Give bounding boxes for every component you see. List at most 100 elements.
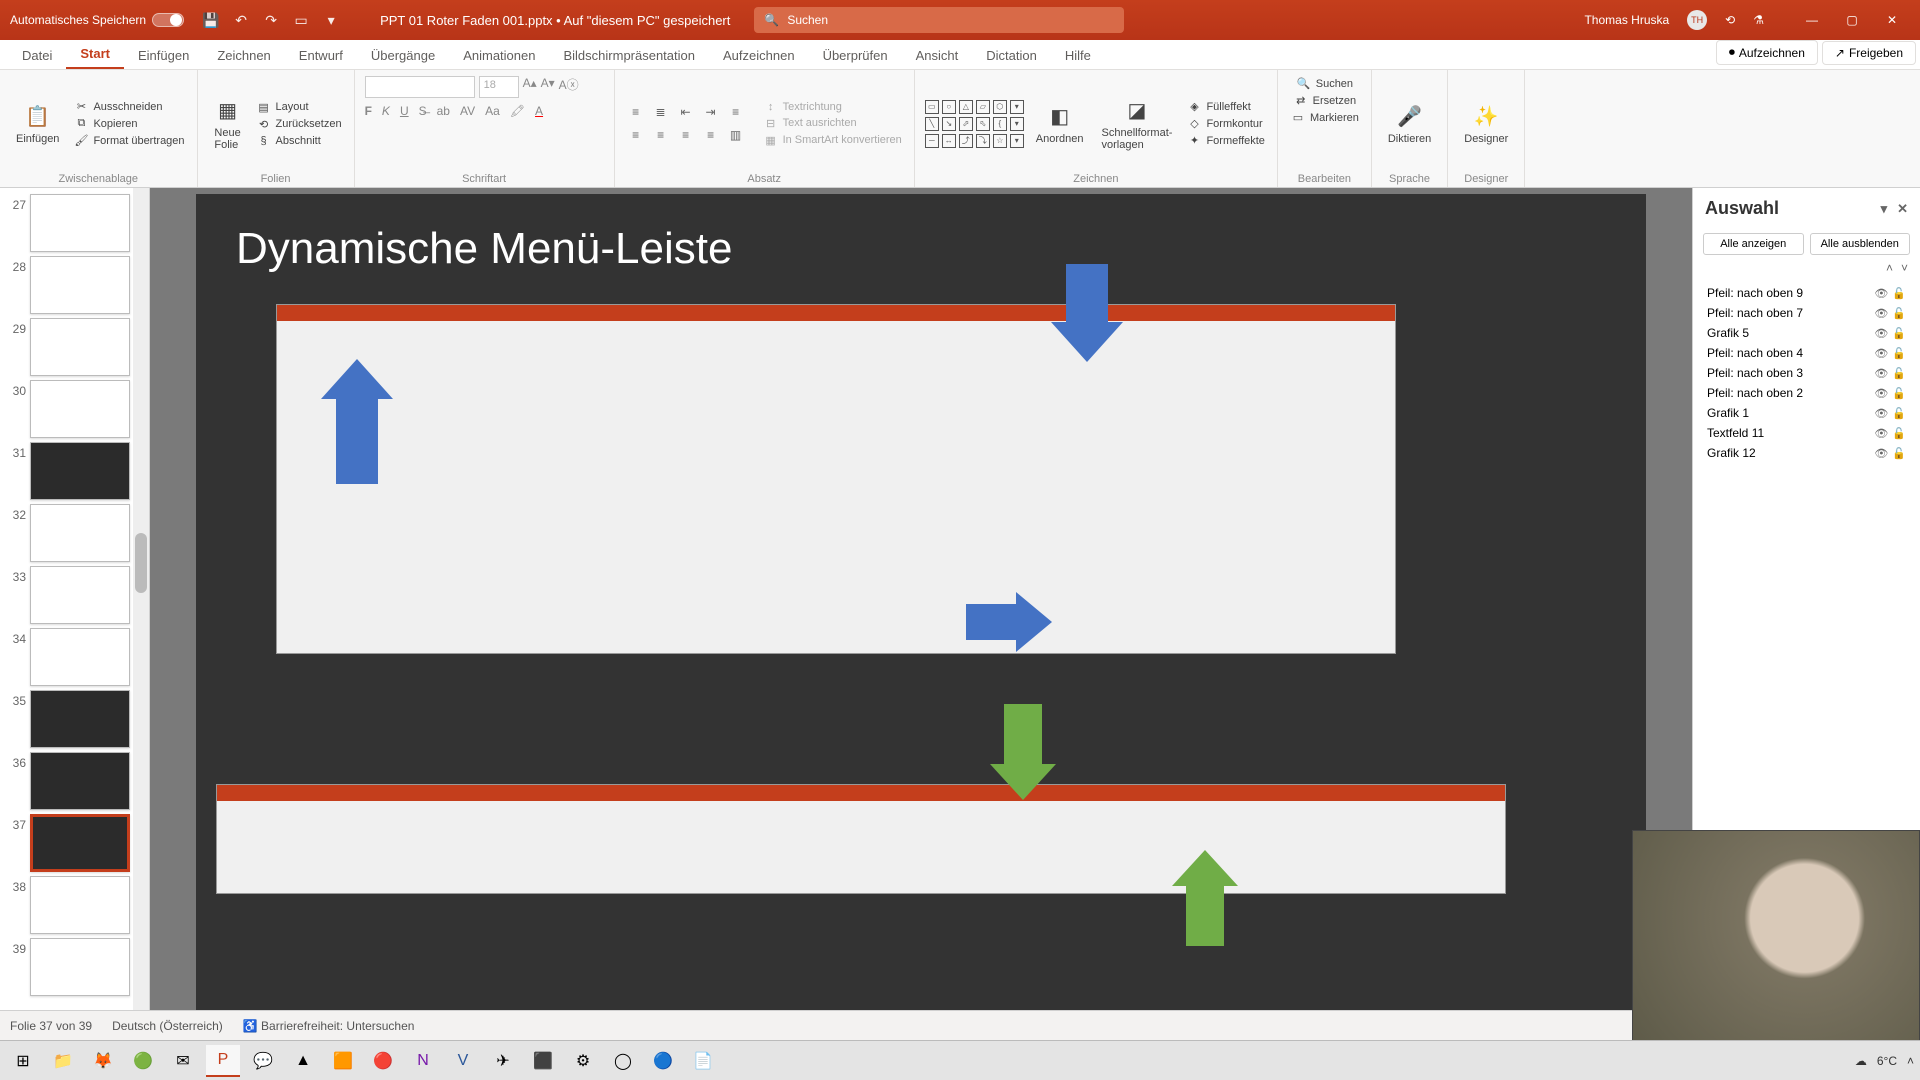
align-left-icon[interactable]: ≡ — [625, 125, 647, 145]
selection-item[interactable]: Pfeil: nach oben 9👁🔓 — [1697, 283, 1916, 303]
selection-item[interactable]: Textfeld 11👁🔓 — [1697, 423, 1916, 443]
linespace-icon[interactable]: ≡ — [725, 102, 747, 122]
clear-format-icon[interactable]: Aⓧ — [559, 76, 579, 98]
app-icon-7[interactable]: 📄 — [686, 1045, 720, 1077]
bold-button[interactable]: F — [365, 104, 372, 118]
font-family-combo[interactable] — [365, 76, 475, 98]
selection-item[interactable]: Grafik 5👁🔓 — [1697, 323, 1916, 343]
thumbnail-row[interactable]: 30 — [0, 378, 149, 440]
thumbnail-row[interactable]: 35 — [0, 688, 149, 750]
tab-hilfe[interactable]: Hilfe — [1051, 42, 1105, 69]
columns-icon[interactable]: ▥ — [725, 125, 747, 145]
outlook-icon[interactable]: ✉ — [166, 1045, 200, 1077]
copy-button[interactable]: ⧉Kopieren — [71, 116, 186, 131]
shadow-button[interactable]: ab — [437, 104, 450, 118]
vlc-icon[interactable]: ▲ — [286, 1045, 320, 1077]
thumbnail-row[interactable]: 28 — [0, 254, 149, 316]
telegram-icon[interactable]: ✈ — [486, 1045, 520, 1077]
slideshow-icon[interactable]: ▭ — [292, 11, 310, 29]
redo-icon[interactable]: ↷ — [262, 11, 280, 29]
app-icon-5[interactable]: ◯ — [606, 1045, 640, 1077]
selection-item[interactable]: Pfeil: nach oben 2👁🔓 — [1697, 383, 1916, 403]
replace-button[interactable]: ⇄Ersetzen — [1291, 93, 1358, 108]
quick-styles-button[interactable]: ◪Schnellformat- vorlagen — [1096, 95, 1179, 153]
share-button[interactable]: ↗Freigeben — [1822, 41, 1916, 65]
hide-all-button[interactable]: Alle ausblenden — [1810, 233, 1911, 255]
thumbnail[interactable] — [30, 752, 130, 810]
thumbnail-row[interactable]: 32 — [0, 502, 149, 564]
smartart-button[interactable]: ▦In SmartArt konvertieren — [761, 133, 904, 148]
eye-icon[interactable]: 👁 — [1874, 367, 1888, 380]
layout-button[interactable]: ▤Layout — [254, 100, 344, 115]
selection-item[interactable]: Pfeil: nach oben 7👁🔓 — [1697, 303, 1916, 323]
show-all-button[interactable]: Alle anzeigen — [1703, 233, 1804, 255]
obs-icon[interactable]: ⚙ — [566, 1045, 600, 1077]
tab-entwurf[interactable]: Entwurf — [285, 42, 357, 69]
eye-icon[interactable]: 👁 — [1874, 427, 1888, 440]
eye-icon[interactable]: 👁 — [1874, 347, 1888, 360]
tab-datei[interactable]: Datei — [8, 42, 66, 69]
indent-dec-icon[interactable]: ⇤ — [675, 102, 697, 122]
font-size-combo[interactable]: 18 — [479, 76, 519, 98]
visio-icon[interactable]: V — [446, 1045, 480, 1077]
lock-icon[interactable]: 🔓 — [1892, 427, 1906, 440]
thumbnail[interactable] — [30, 814, 130, 872]
thumbnail[interactable] — [30, 256, 130, 314]
thumbnail[interactable] — [30, 876, 130, 934]
thumbnail-row[interactable]: 33 — [0, 564, 149, 626]
align-right-icon[interactable]: ≡ — [675, 125, 697, 145]
search-box[interactable]: 🔍 Suchen — [754, 7, 1124, 33]
effects-button[interactable]: ✦Formeffekte — [1184, 133, 1267, 148]
italic-button[interactable]: K — [382, 104, 390, 118]
status-lang[interactable]: Deutsch (Österreich) — [112, 1019, 223, 1033]
selection-item[interactable]: Pfeil: nach oben 3👁🔓 — [1697, 363, 1916, 383]
lock-icon[interactable]: 🔓 — [1892, 367, 1906, 380]
textalign-button[interactable]: ⊟Text ausrichten — [761, 116, 904, 131]
firefox-icon[interactable]: 🦊 — [86, 1045, 120, 1077]
save-icon[interactable]: 💾 — [202, 11, 220, 29]
lock-icon[interactable]: 🔓 — [1892, 387, 1906, 400]
powerpoint-icon[interactable]: P — [206, 1045, 240, 1077]
tab-start[interactable]: Start — [66, 40, 124, 69]
section-button[interactable]: §Abschnitt — [254, 134, 344, 148]
pane-close-icon[interactable]: ✕ — [1897, 201, 1908, 217]
onenote-icon[interactable]: N — [406, 1045, 440, 1077]
select-button[interactable]: ▭Markieren — [1288, 110, 1361, 125]
underline-button[interactable]: U — [400, 104, 409, 118]
thumbnail-row[interactable]: 36 — [0, 750, 149, 812]
app-icon-4[interactable]: ⬛ — [526, 1045, 560, 1077]
record-button[interactable]: ⏺Aufzeichnen — [1716, 40, 1818, 65]
eye-icon[interactable]: 👁 — [1874, 407, 1888, 420]
lock-icon[interactable]: 🔓 — [1892, 327, 1906, 340]
slide-canvas[interactable]: Dynamische Menü-Leiste — [150, 188, 1692, 1050]
app-icon-2[interactable]: 🟧 — [326, 1045, 360, 1077]
start-button[interactable]: ⊞ — [6, 1045, 40, 1077]
tab-einfuegen[interactable]: Einfügen — [124, 42, 203, 69]
selection-item[interactable]: Pfeil: nach oben 4👁🔓 — [1697, 343, 1916, 363]
decrease-font-icon[interactable]: A▾ — [541, 76, 555, 98]
slide-thumbnails[interactable]: 27282930313233343536373839 — [0, 188, 150, 1050]
find-button[interactable]: 🔍Suchen — [1294, 76, 1355, 91]
selection-item[interactable]: Grafik 12👁🔓 — [1697, 443, 1916, 463]
new-slide-button[interactable]: ▦Neue Folie — [208, 95, 248, 153]
move-up-icon[interactable]: ˄ — [1886, 261, 1893, 275]
pane-dropdown-icon[interactable]: ▾ — [1881, 201, 1888, 217]
cut-button[interactable]: ✂Ausschneiden — [71, 99, 186, 114]
format-painter-button[interactable]: 🖌Format übertragen — [71, 133, 186, 148]
thumbnail-row[interactable]: 37 — [0, 812, 149, 874]
weather-icon[interactable]: ☁ — [1855, 1054, 1867, 1068]
thumbnail-scrollbar[interactable] — [133, 188, 149, 1050]
paste-button[interactable]: 📋Einfügen — [10, 101, 65, 147]
thumbnail-row[interactable]: 34 — [0, 626, 149, 688]
thumbnail-row[interactable]: 31 — [0, 440, 149, 502]
fill-button[interactable]: ◈Fülleffekt — [1184, 99, 1267, 114]
explorer-icon[interactable]: 📁 — [46, 1045, 80, 1077]
thumbnail[interactable] — [30, 442, 130, 500]
maximize-icon[interactable]: ▢ — [1834, 13, 1870, 27]
arrange-button[interactable]: ◧Anordnen — [1030, 101, 1090, 147]
eye-icon[interactable]: 👁 — [1874, 307, 1888, 320]
user-avatar-icon[interactable]: TH — [1687, 10, 1707, 30]
increase-font-icon[interactable]: A▴ — [523, 76, 537, 98]
thumbnail[interactable] — [30, 194, 130, 252]
more-icon[interactable]: ▾ — [322, 11, 340, 29]
